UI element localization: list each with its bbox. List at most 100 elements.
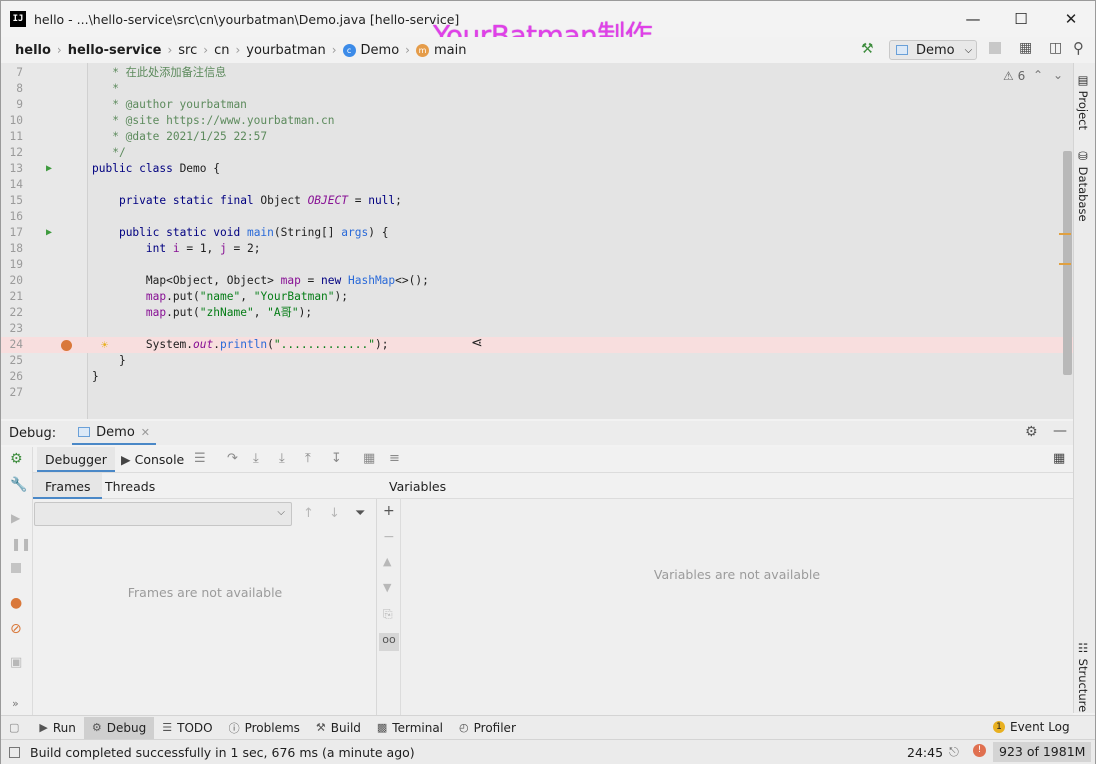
- crumb-package-cn[interactable]: cn: [214, 43, 229, 58]
- code-line[interactable]: 25 }: [1, 353, 1073, 369]
- status-toggle-icon[interactable]: [9, 746, 20, 758]
- code-line[interactable]: 23: [1, 321, 1073, 337]
- close-button[interactable]: ✕: [1049, 5, 1093, 33]
- event-log-tab[interactable]: 1 Event Log: [993, 720, 1070, 734]
- code-text[interactable]: */: [92, 145, 125, 161]
- maximize-button[interactable]: ☐: [999, 5, 1043, 33]
- settings-list-icon[interactable]: ☰: [194, 451, 206, 466]
- code-text[interactable]: int i = 1, j = 2;: [92, 241, 261, 257]
- debug-tool-tab[interactable]: ⚙ Debug: [83, 716, 155, 739]
- line-number[interactable]: 7: [5, 65, 23, 81]
- camera-icon[interactable]: ▣: [10, 655, 22, 670]
- todo-tool-tab[interactable]: ☰ TODO: [154, 717, 220, 739]
- move-down-icon[interactable]: ▼: [383, 581, 391, 594]
- arrow-down-icon[interactable]: ↓: [329, 506, 340, 521]
- code-line[interactable]: 16: [1, 209, 1073, 225]
- close-tab-icon[interactable]: ✕: [141, 426, 150, 439]
- chevron-down-icon[interactable]: ⌄: [1053, 68, 1063, 82]
- code-line[interactable]: 15 private static final Object OBJECT = …: [1, 193, 1073, 209]
- minimize-button[interactable]: —: [951, 5, 995, 33]
- toggle-panel-icon[interactable]: ◫: [1049, 40, 1062, 56]
- caret-position[interactable]: 24:45: [907, 745, 943, 760]
- run-configuration-select[interactable]: Demo ⌵: [889, 40, 977, 60]
- trace-stream-icon[interactable]: ≡: [389, 451, 400, 466]
- line-number[interactable]: 19: [5, 257, 23, 273]
- step-over-icon[interactable]: ↷: [227, 451, 238, 466]
- panel-toggle-icon[interactable]: ▢: [9, 721, 19, 734]
- code-line[interactable]: 21 map.put("name", "YourBatman");: [1, 289, 1073, 305]
- thread-select[interactable]: ⌵: [34, 502, 292, 526]
- code-line[interactable]: 27: [1, 385, 1073, 401]
- build-tool-tab[interactable]: ⚒ Build: [308, 717, 369, 739]
- code-text[interactable]: * 在此处添加备注信息: [92, 65, 226, 81]
- line-number[interactable]: 18: [5, 241, 23, 257]
- force-step-into-icon[interactable]: ⤓: [279, 451, 285, 466]
- code-line[interactable]: 14: [1, 177, 1073, 193]
- line-number[interactable]: 27: [5, 385, 23, 401]
- chevron-up-icon[interactable]: ⌃: [1033, 68, 1043, 82]
- code-text[interactable]: * @author yourbatman: [92, 97, 247, 113]
- crumb-src[interactable]: src: [178, 43, 197, 58]
- line-number[interactable]: 17: [5, 225, 23, 241]
- code-line[interactable]: 18 int i = 1, j = 2;: [1, 241, 1073, 257]
- project-structure-icon[interactable]: ▦: [1019, 40, 1032, 56]
- code-line[interactable]: 9 * @author yourbatman: [1, 97, 1073, 113]
- hide-panel-icon[interactable]: —: [1053, 423, 1067, 439]
- code-text[interactable]: }: [92, 369, 99, 385]
- code-line[interactable]: 22 map.put("zhName", "A哥");: [1, 305, 1073, 321]
- line-number[interactable]: 24: [5, 337, 23, 353]
- code-line[interactable]: 8 *: [1, 81, 1073, 97]
- line-number[interactable]: 23: [5, 321, 23, 337]
- terminal-tool-tab[interactable]: ▩ Terminal: [369, 717, 451, 739]
- code-line[interactable]: 19: [1, 257, 1073, 273]
- code-text[interactable]: private static final Object OBJECT = nul…: [92, 193, 402, 209]
- database-tool-tab[interactable]: ⛁ Database: [1076, 149, 1090, 222]
- code-line[interactable]: 20 Map<Object, Object> map = new HashMap…: [1, 273, 1073, 289]
- status-message[interactable]: Build completed successfully in 1 sec, 6…: [30, 745, 415, 760]
- crumb-project[interactable]: hello: [15, 43, 51, 58]
- line-number[interactable]: 12: [5, 145, 23, 161]
- code-line[interactable]: 12 */: [1, 145, 1073, 161]
- line-number[interactable]: 22: [5, 305, 23, 321]
- filter-icon[interactable]: ⏷: [355, 506, 365, 521]
- code-line[interactable]: 13 ▶ public class Demo {: [1, 161, 1073, 177]
- more-icon[interactable]: »: [12, 697, 19, 710]
- pause-icon[interactable]: ❚❚: [11, 537, 31, 551]
- error-stripe-mark[interactable]: [1059, 233, 1071, 235]
- gear-icon[interactable]: ⚙: [1025, 424, 1038, 440]
- arrow-up-icon[interactable]: ↑: [303, 506, 314, 521]
- line-number[interactable]: 9: [5, 97, 23, 113]
- search-icon[interactable]: ⚲: [1073, 39, 1084, 57]
- code-text[interactable]: Map<Object, Object> map = new HashMap<>(…: [92, 273, 429, 289]
- run-tool-tab[interactable]: ▶ Run: [31, 717, 83, 739]
- line-number[interactable]: 13: [5, 161, 23, 177]
- code-line[interactable]: 26}: [1, 369, 1073, 385]
- code-text[interactable]: *: [92, 81, 119, 97]
- line-number[interactable]: 14: [5, 177, 23, 193]
- line-number[interactable]: 25: [5, 353, 23, 369]
- line-number[interactable]: 26: [5, 369, 23, 385]
- crumb-class[interactable]: Demo: [361, 43, 400, 58]
- rerun-bug-icon[interactable]: ⚙: [10, 451, 23, 467]
- glasses-icon[interactable]: oo: [379, 633, 399, 651]
- code-line[interactable]: 17 ▶ public static void main(String[] arg…: [1, 225, 1073, 241]
- evaluate-expression-icon[interactable]: ▦: [363, 451, 375, 466]
- wrench-icon[interactable]: 🔧: [10, 477, 27, 493]
- code-text[interactable]: map.put("zhName", "A哥");: [92, 305, 312, 321]
- stop-icon[interactable]: [11, 563, 21, 573]
- tab-console[interactable]: ▶ Console: [121, 452, 184, 467]
- remove-watch-icon[interactable]: −: [383, 529, 395, 545]
- code-text[interactable]: * @site https://www.yourbatman.cn: [92, 113, 334, 129]
- crumb-module[interactable]: hello-service: [68, 43, 162, 58]
- breakpoint-icon[interactable]: [61, 340, 72, 351]
- line-number[interactable]: 20: [5, 273, 23, 289]
- add-watch-icon[interactable]: +: [383, 503, 395, 519]
- profiler-tool-tab[interactable]: ◴ Profiler: [451, 717, 524, 739]
- view-breakpoints-icon[interactable]: ●: [10, 595, 22, 611]
- stop-icon[interactable]: [989, 42, 1001, 54]
- tab-frames[interactable]: Frames: [33, 473, 103, 499]
- code-text[interactable]: * @date 2021/1/25 22:57: [92, 129, 267, 145]
- debug-session-tab[interactable]: Demo ✕: [72, 422, 156, 445]
- crumb-package-yourbatman[interactable]: yourbatman: [246, 43, 325, 58]
- layout-settings-icon[interactable]: ▦: [1053, 451, 1065, 466]
